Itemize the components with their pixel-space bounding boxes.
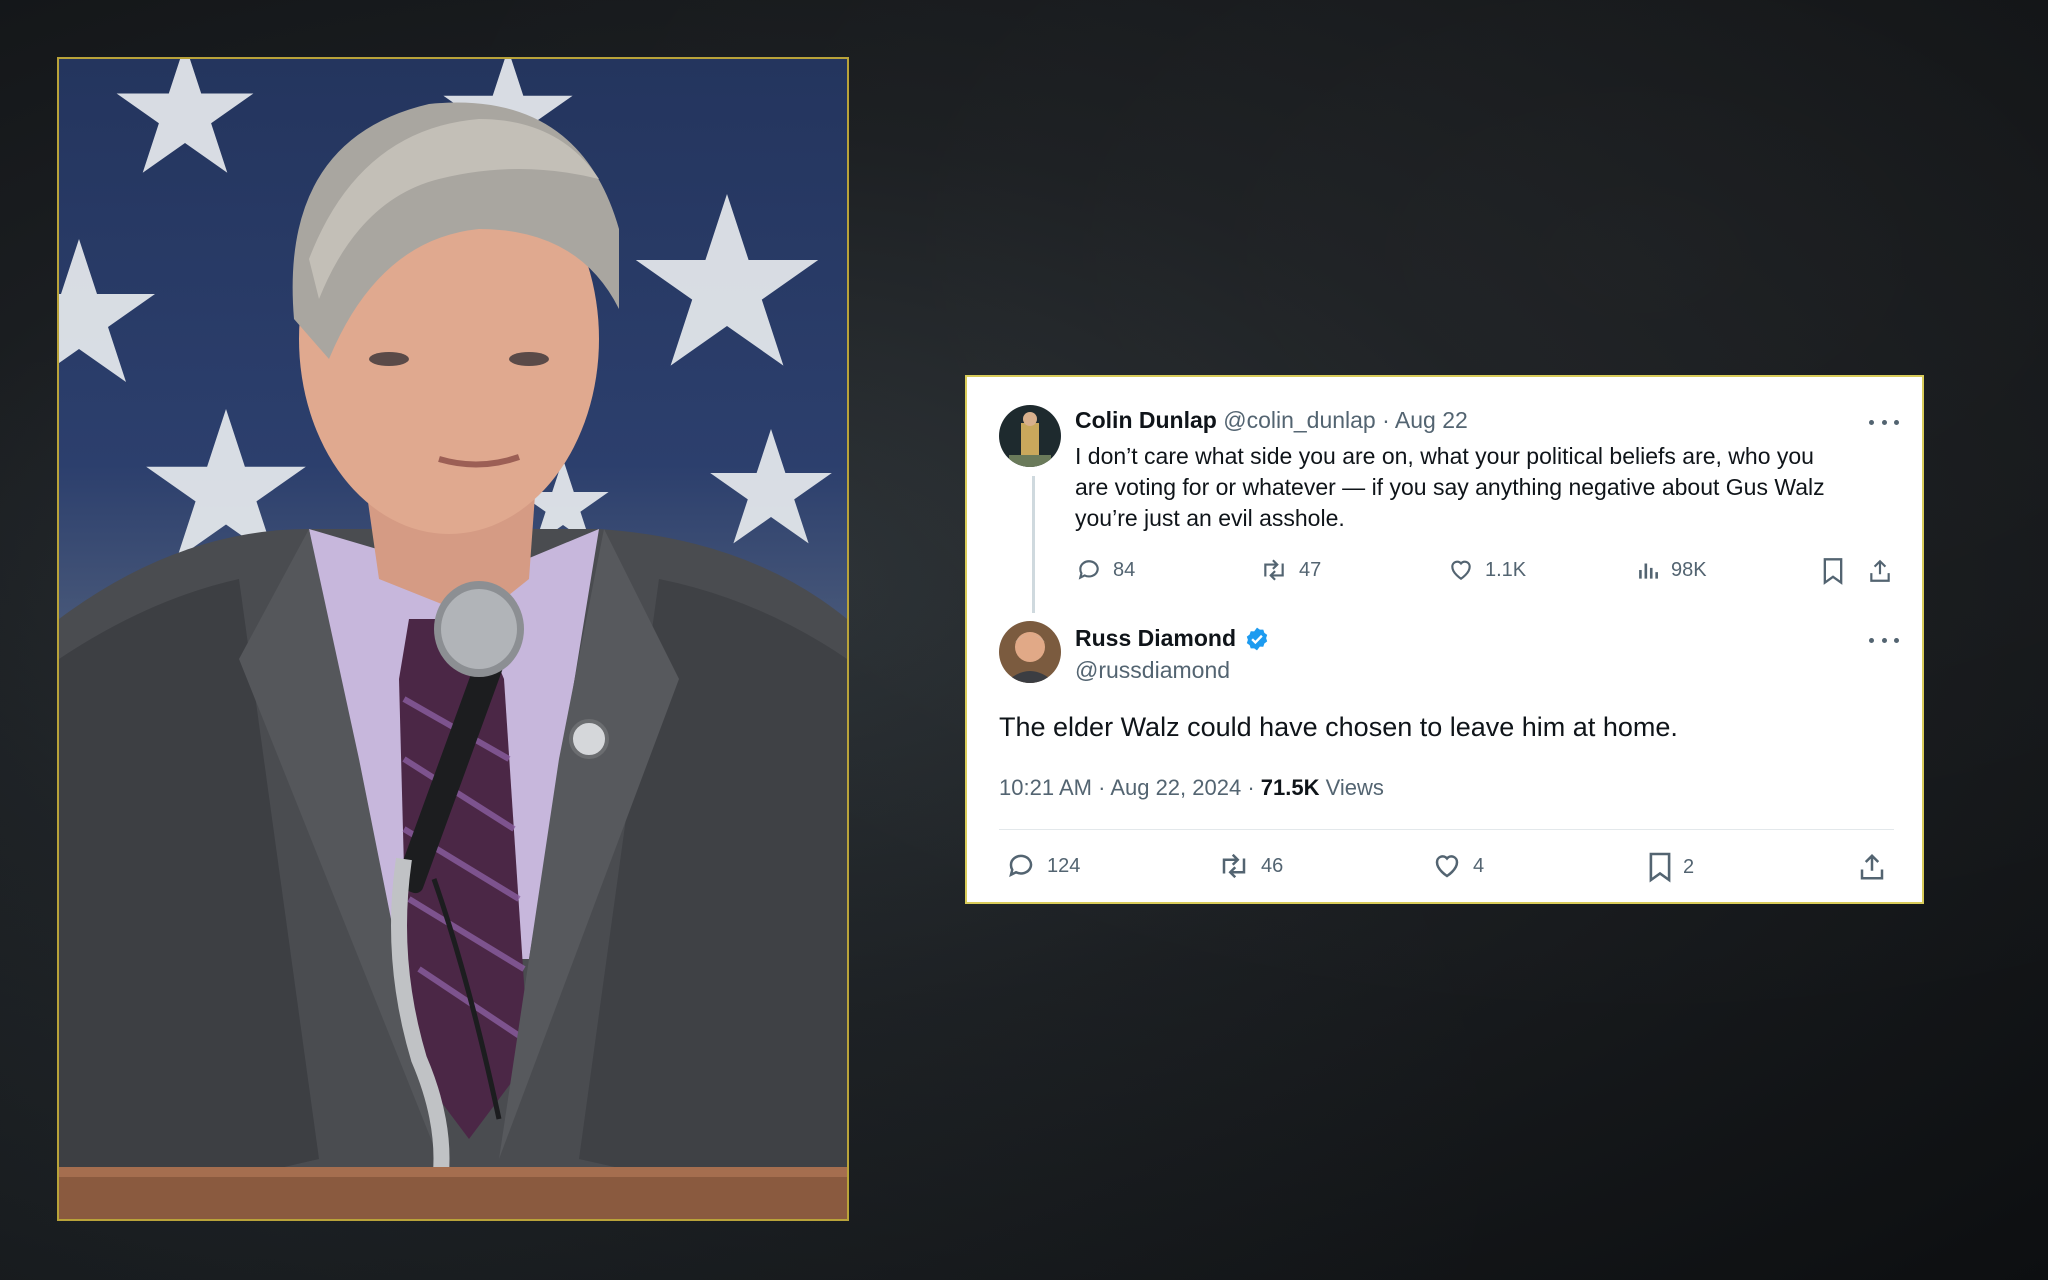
quoted-text-line-3: you’re just an evil asshole. <box>1075 505 1345 531</box>
quoted-bookmark-button[interactable] <box>1821 557 1845 585</box>
quoted-reply-button[interactable]: 84 <box>1075 557 1135 583</box>
reply-icon <box>1078 560 1099 580</box>
main-share-button[interactable] <box>1857 851 1887 883</box>
main-tweet-time[interactable]: 10:21 AM <box>999 775 1092 800</box>
speaker-photo <box>57 57 849 1221</box>
main-bookmark-count: 2 <box>1683 855 1695 878</box>
quoted-reply-count: 84 <box>1113 558 1136 581</box>
analytics-icon <box>1639 563 1658 579</box>
russ-diamond-avatar[interactable] <box>999 621 1061 683</box>
main-more-icon[interactable] <box>1869 635 1899 645</box>
quoted-views-button[interactable]: 98K <box>1635 557 1707 583</box>
main-reply-count: 124 <box>1047 854 1081 877</box>
quoted-author-name[interactable]: Colin Dunlap <box>1075 407 1217 433</box>
heart-icon <box>1451 560 1471 580</box>
quoted-tweet-text: I don’t care what side you are on, what … <box>1075 441 1825 534</box>
thread-connector <box>1032 476 1035 613</box>
reply-icon <box>1009 854 1033 878</box>
main-retweet-button[interactable]: 46 <box>1217 851 1283 881</box>
quoted-author-handle[interactable]: @colin_dunlap <box>1223 407 1376 433</box>
main-like-count: 4 <box>1473 854 1485 877</box>
quoted-tweet-header: Colin Dunlap @colin_dunlap · Aug 22 <box>1075 407 1468 434</box>
tweet-card: Colin Dunlap @colin_dunlap · Aug 22 I do… <box>965 375 1924 904</box>
meta-separator-1: · <box>1098 775 1106 800</box>
colin-dunlap-avatar[interactable] <box>999 405 1061 467</box>
divider <box>999 829 1894 830</box>
speaker-illustration <box>59 59 847 1219</box>
quoted-views-count: 98K <box>1671 558 1707 581</box>
main-tweet-date[interactable]: Aug 22, 2024 <box>1110 775 1241 800</box>
quoted-like-button[interactable]: 1.1K <box>1447 557 1526 583</box>
verified-badge-icon <box>1246 627 1268 650</box>
main-views-count: 71.5K <box>1260 775 1320 800</box>
main-author-handle[interactable]: @russdiamond <box>1075 657 1230 684</box>
bookmark-icon <box>1823 558 1843 585</box>
main-reply-button[interactable]: 124 <box>1005 851 1080 881</box>
share-icon <box>1860 853 1884 880</box>
main-tweet-text: The elder Walz could have chosen to leav… <box>999 712 1678 742</box>
main-tweet-author: Russ Diamond <box>1075 625 1270 652</box>
main-tweet-meta: 10:21 AM · Aug 22, 2024 · 71.5K Views <box>999 775 1384 801</box>
quoted-date[interactable]: Aug 22 <box>1395 407 1468 433</box>
share-icon <box>1870 559 1890 582</box>
quoted-separator: · <box>1382 407 1390 433</box>
meta-separator-2: · <box>1247 775 1255 800</box>
retweet-icon <box>1222 853 1246 879</box>
bookmark-icon <box>1649 852 1671 883</box>
quoted-text-line-2: are voting for or whatever — if you say … <box>1075 474 1825 500</box>
main-like-button[interactable]: 4 <box>1431 851 1484 881</box>
quoted-retweet-button[interactable]: 47 <box>1259 557 1321 583</box>
heart-icon <box>1435 855 1459 878</box>
quoted-text-line-1: I don’t care what side you are on, what … <box>1075 443 1814 469</box>
main-author-name[interactable]: Russ Diamond <box>1075 625 1236 652</box>
main-views-label: Views <box>1325 775 1384 800</box>
quoted-more-icon[interactable] <box>1869 417 1899 427</box>
quoted-share-button[interactable] <box>1867 557 1893 585</box>
retweet-icon <box>1264 559 1284 581</box>
quoted-like-count: 1.1K <box>1485 558 1527 581</box>
main-retweet-count: 46 <box>1261 854 1284 877</box>
main-bookmark-button[interactable]: 2 <box>1647 851 1694 883</box>
quoted-retweet-count: 47 <box>1299 558 1322 581</box>
